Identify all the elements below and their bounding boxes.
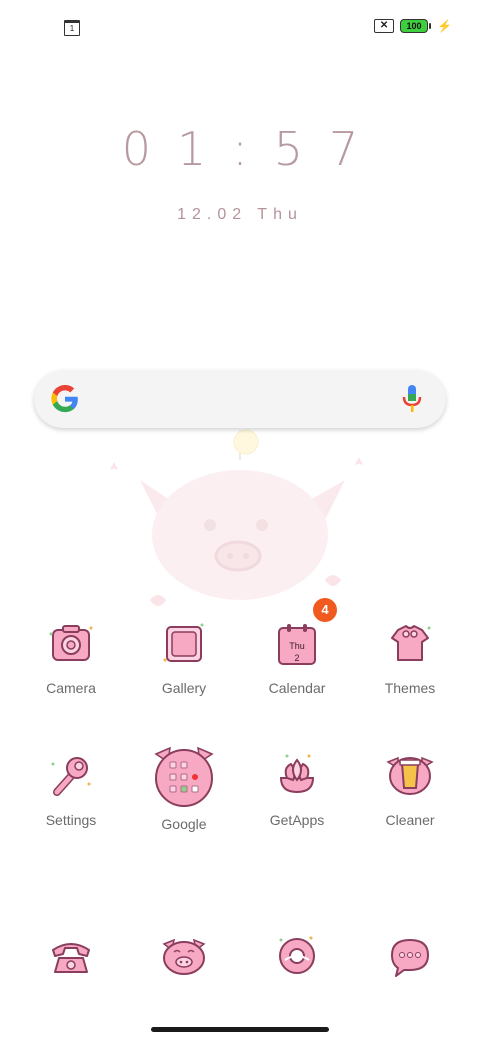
cleaner-icon <box>382 748 438 804</box>
clock-widget[interactable]: 01:57 <box>0 122 480 176</box>
wallpaper-pig-illustration <box>110 429 363 606</box>
phone-icon <box>43 928 99 984</box>
notification-badge: 4 <box>313 598 337 622</box>
app-label: Gallery <box>161 680 207 696</box>
app-label: Cleaner <box>385 812 435 828</box>
settings-icon <box>43 748 99 804</box>
themes-icon <box>382 616 438 672</box>
app-label: Calendar <box>268 680 326 696</box>
no-sim-icon: ✕ <box>374 19 395 33</box>
donut-icon <box>269 928 325 984</box>
app-getapps[interactable]: GetApps <box>241 748 353 828</box>
gesture-nav-bar[interactable] <box>151 1027 329 1032</box>
svg-text:Thu: Thu <box>289 641 305 651</box>
dock-pig-app[interactable] <box>128 928 240 984</box>
status-bar: 1 ✕ 100 ⚡ <box>0 0 480 56</box>
calendar-notification-icon: 1 <box>64 20 80 36</box>
app-calendar[interactable]: Thu 2 4 Calendar <box>241 598 353 696</box>
app-camera[interactable]: Camera <box>15 616 127 696</box>
app-label: GetApps <box>269 812 325 828</box>
app-themes[interactable]: Themes <box>354 616 466 696</box>
dock-phone[interactable] <box>15 928 127 984</box>
microphone-icon[interactable] <box>402 384 422 414</box>
dock-messages[interactable] <box>354 928 466 984</box>
app-label: Settings <box>45 812 97 828</box>
app-gallery[interactable]: Gallery <box>128 616 240 696</box>
app-label: Themes <box>384 680 436 696</box>
message-bubble-icon <box>382 928 438 984</box>
status-icons: ✕ 100 ⚡ <box>374 19 452 33</box>
google-logo-icon <box>51 385 78 413</box>
app-label: Google <box>161 816 207 832</box>
svg-text:2: 2 <box>294 653 299 663</box>
pig-folder-icon <box>150 744 218 808</box>
date-label: 12.02 Thu <box>177 206 303 223</box>
calendar-icon: Thu 2 4 <box>269 598 337 672</box>
pig-face-icon <box>156 928 212 984</box>
getapps-icon <box>269 748 325 804</box>
app-google-folder[interactable]: Google <box>128 744 240 832</box>
google-search-bar[interactable] <box>34 370 446 428</box>
app-settings[interactable]: Settings <box>15 748 127 828</box>
dock-browser[interactable] <box>241 928 353 984</box>
charging-icon: ⚡ <box>437 19 452 33</box>
app-label: Camera <box>46 680 96 696</box>
gallery-icon <box>156 616 212 672</box>
battery-icon: 100 <box>400 19 432 33</box>
camera-icon <box>43 616 99 672</box>
app-cleaner[interactable]: Cleaner <box>354 748 466 828</box>
